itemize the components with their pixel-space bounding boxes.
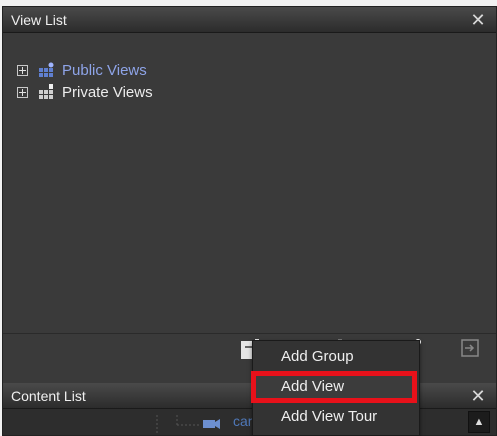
camera-icon [203,419,220,429]
add-context-menu: Add Group Add View Add View Tour [251,340,420,436]
view-list-close-icon[interactable]: ✕ [470,7,486,33]
private-views-icon [39,84,53,99]
expand-icon[interactable] [17,64,28,76]
menu-item-add-view[interactable]: Add View [251,371,417,403]
tree-item-public-views[interactable]: Public Views [17,59,153,81]
menu-item-add-view-tour[interactable]: Add View Tour [253,403,419,431]
scroll-up-button[interactable]: ▲ [468,411,490,433]
content-list-titlebar: Content List ✕ [3,383,496,409]
toolbar-divider [3,333,496,334]
expand-icon[interactable] [17,86,28,98]
tree-item-label: Public Views [62,61,147,79]
content-list-title: Content List [11,388,86,404]
view-list-titlebar: View List ✕ [3,7,496,33]
view-list-title: View List [11,12,67,28]
view-tree: Public Views Private Views [17,59,153,103]
export-icon[interactable] [459,337,481,359]
view-list-panel: View List ✕ Public Views Private Views C… [2,6,497,436]
content-list-close-icon[interactable]: ✕ [470,383,486,409]
menu-item-add-group[interactable]: Add Group [253,343,419,371]
tree-item-private-views[interactable]: Private Views [17,81,153,103]
public-views-icon [39,62,54,77]
tree-item-label: Private Views [62,83,153,101]
